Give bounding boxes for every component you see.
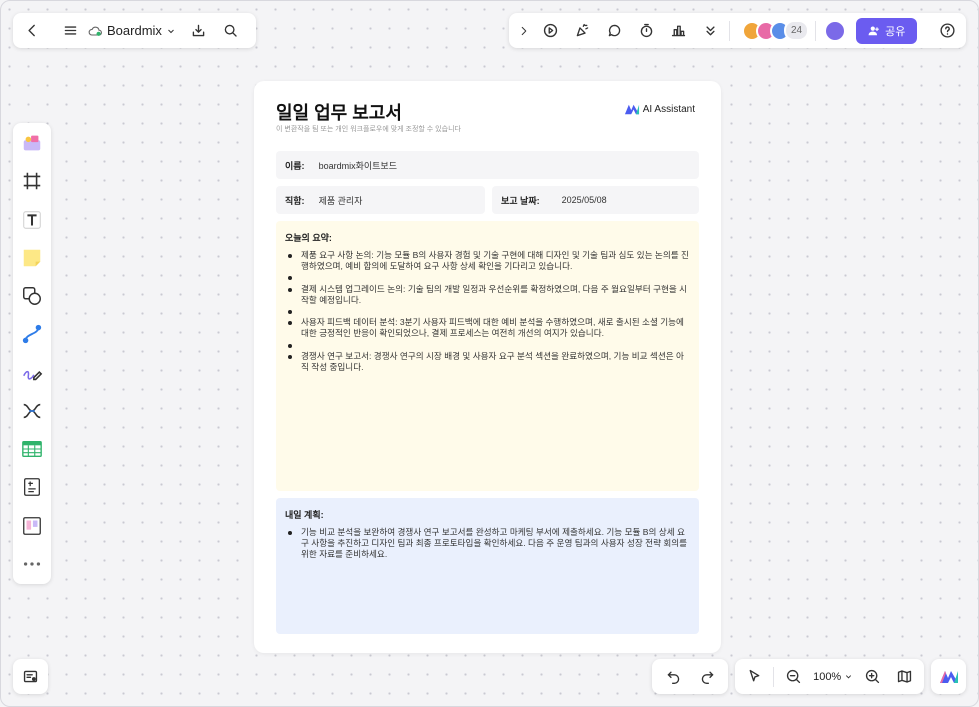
collapse-chevron-icon[interactable] — [515, 18, 533, 44]
zoom-toolbar: 100% — [735, 659, 924, 694]
document-tool[interactable] — [18, 473, 46, 501]
share-label: 공유 — [885, 25, 906, 38]
list-item: 기능 비교 분석을 보완하여 경쟁사 연구 보고서를 완성하고 마케팅 부서에 … — [285, 527, 690, 561]
name-label: 이름: — [285, 160, 305, 171]
list-item — [285, 306, 690, 317]
more-chevrons-icon[interactable] — [697, 18, 723, 44]
board-name: Boardmix — [107, 23, 162, 38]
tomorrow-plan-section[interactable]: 내일 계획: 기능 비교 분석을 보완하여 경쟁사 연구 보고서를 완성하고 마… — [276, 498, 699, 634]
text-icon — [23, 210, 41, 229]
shape-icon — [23, 287, 41, 306]
back-icon[interactable] — [19, 18, 45, 44]
list-item — [285, 340, 690, 351]
kanban-icon — [23, 516, 41, 535]
boardmix-logo-button[interactable] — [931, 659, 966, 694]
select-cursor-icon[interactable] — [741, 664, 767, 690]
board-name-dropdown[interactable]: Boardmix — [87, 23, 176, 39]
frame-tool[interactable] — [18, 167, 46, 195]
cloud-icon — [88, 26, 102, 36]
table-tool[interactable] — [18, 435, 46, 463]
help-icon[interactable] — [934, 18, 960, 44]
list-item: 경쟁사 연구 보고서: 경쟁사 연구의 시장 배경 및 사용자 요구 분석 섹션… — [285, 351, 690, 373]
pen-icon — [23, 370, 43, 380]
document-icon — [24, 478, 40, 497]
connector-icon — [22, 325, 42, 344]
list-item: 결제 시스템 업그레이드 논의: 기술 팀의 개발 일정과 우선순위를 확정하였… — [285, 284, 690, 306]
chevron-down-icon — [168, 29, 174, 33]
zoom-level-dropdown[interactable]: 100% — [813, 671, 853, 683]
divider — [773, 666, 775, 687]
collaborator-avatars[interactable]: 24 — [742, 20, 810, 41]
mindmap-tool[interactable] — [18, 397, 46, 425]
pen-tool[interactable] — [18, 359, 46, 387]
undo-icon[interactable] — [660, 664, 686, 690]
plan-list: 기능 비교 분석을 보완하여 경쟁사 연구 보고서를 완성하고 마케팅 부서에 … — [285, 527, 690, 561]
divider — [729, 20, 730, 41]
templates-tool[interactable] — [18, 129, 46, 157]
list-item: 제품 요구 사항 논의: 기능 모듈 B의 사용자 경험 및 기술 구현에 대해… — [285, 250, 690, 272]
templates-icon — [23, 135, 41, 151]
report-document[interactable]: 일일 업무 보고서 이 변환작을 팀 또는 개인 워크플로우에 맞게 조정할 수… — [254, 81, 721, 653]
mindmap-icon — [23, 403, 41, 419]
connector-tool[interactable] — [18, 320, 46, 348]
list-item: 사용자 피드백 데이터 분석: 3분기 사용자 피드백에 대한 예비 분석을 수… — [285, 317, 690, 339]
search-icon[interactable] — [218, 18, 244, 44]
frame-icon — [23, 173, 41, 190]
plan-heading: 내일 계획: — [285, 510, 324, 520]
role-field[interactable]: 직함: 제품 관리자 — [276, 186, 485, 214]
history-toolbar — [652, 659, 728, 694]
sticky-note-icon — [23, 249, 41, 267]
divider — [815, 20, 817, 41]
page-subtitle: 이 변환작을 팀 또는 개인 워크플로우에 맞게 조정할 수 있습니다 — [276, 126, 461, 133]
role-value: 제품 관리자 — [318, 195, 363, 206]
user-avatar[interactable] — [824, 19, 847, 42]
minimap-toggle[interactable] — [13, 659, 48, 694]
ai-assistant-button[interactable]: AI Assistant — [624, 104, 695, 115]
report-date-field[interactable]: 보고 날짜: 2025/05/08 — [492, 186, 699, 214]
top-left-toolbar: Boardmix — [13, 13, 256, 48]
download-icon[interactable] — [186, 18, 212, 44]
role-label: 직함: — [285, 195, 305, 206]
timer-icon[interactable] — [633, 18, 659, 44]
map-view-icon[interactable] — [892, 664, 918, 690]
redo-icon[interactable] — [694, 664, 720, 690]
summary-list: 제품 요구 사항 논의: 기능 모듈 B의 사용자 경험 및 기술 구현에 대해… — [285, 250, 690, 373]
comment-icon[interactable] — [601, 18, 627, 44]
present-play-icon[interactable] — [537, 18, 563, 44]
kanban-tool[interactable] — [18, 512, 46, 540]
shape-tool[interactable] — [18, 282, 46, 310]
ai-assistant-label: AI Assistant — [642, 104, 695, 115]
date-label: 보고 날짜: — [501, 195, 540, 206]
text-tool[interactable] — [18, 206, 46, 234]
add-user-icon — [868, 26, 879, 35]
sticky-note-tool[interactable] — [18, 244, 46, 272]
table-icon — [22, 441, 42, 458]
more-tools[interactable] — [18, 550, 46, 578]
menu-icon[interactable] — [57, 18, 83, 44]
boardmix-logo-icon — [939, 670, 958, 683]
vote-icon[interactable] — [665, 18, 691, 44]
avatar-count: 24 — [784, 20, 810, 41]
chevron-down-icon — [846, 675, 852, 679]
more-dots-icon — [23, 562, 41, 566]
page-title: 일일 업무 보고서 — [276, 103, 402, 123]
left-toolbar — [13, 123, 51, 584]
celebrate-icon[interactable] — [569, 18, 595, 44]
zoom-out-icon[interactable] — [781, 664, 807, 690]
date-value: 2025/05/08 — [561, 195, 607, 205]
share-button[interactable]: 공유 — [856, 17, 918, 44]
list-item — [285, 272, 690, 283]
name-value: boardmix화이트보드 — [318, 160, 397, 171]
zoom-in-icon[interactable] — [860, 664, 886, 690]
ai-logo-icon — [624, 104, 639, 115]
zoom-level: 100% — [813, 670, 842, 683]
summary-heading: 오늘의 요약: — [285, 233, 332, 243]
name-field[interactable]: 이름: boardmix화이트보드 — [276, 151, 699, 179]
top-right-toolbar: 24 공유 — [509, 13, 966, 48]
minimap-icon — [18, 664, 44, 690]
today-summary-section[interactable]: 오늘의 요약: 제품 요구 사항 논의: 기능 모듈 B의 사용자 경험 및 기… — [276, 221, 699, 491]
